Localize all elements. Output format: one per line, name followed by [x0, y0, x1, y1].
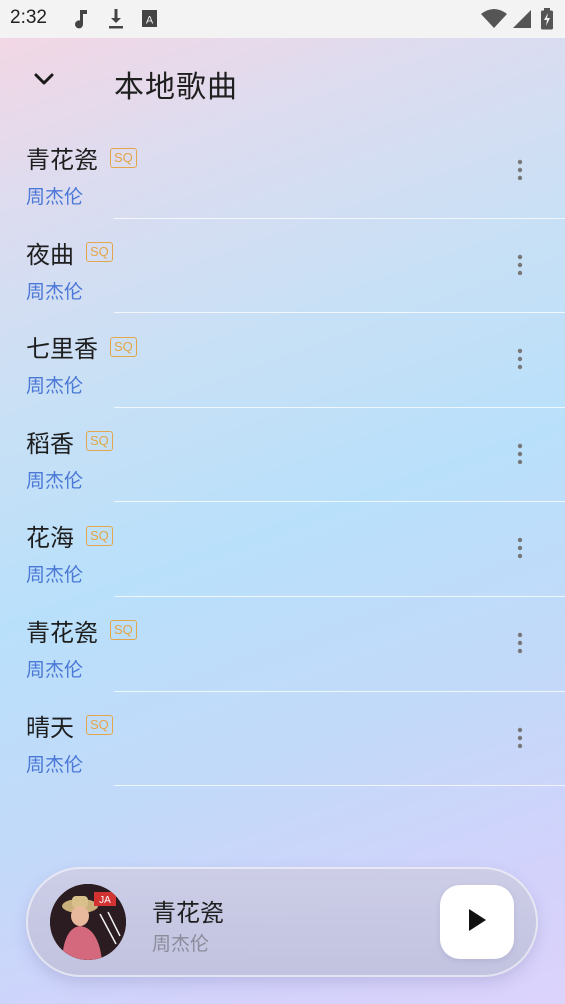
more-vertical-icon: [517, 727, 523, 753]
more-options-button[interactable]: [505, 630, 535, 660]
sq-badge: SQ: [110, 336, 137, 357]
song-artist[interactable]: 周杰伦: [26, 277, 83, 304]
more-options-button[interactable]: [505, 252, 535, 282]
more-vertical-icon: [517, 537, 523, 563]
status-bar: 2:32 A: [0, 0, 565, 38]
sq-badge: SQ: [110, 147, 137, 168]
download-icon: [106, 8, 126, 34]
svg-text:JA: JA: [99, 895, 111, 906]
song-artist[interactable]: 周杰伦: [26, 371, 83, 398]
back-button[interactable]: [24, 60, 64, 100]
sq-badge: SQ: [110, 620, 137, 641]
song-artist[interactable]: 周杰伦: [26, 750, 83, 777]
song-title: 花海: [26, 524, 74, 553]
song-row[interactable]: 七里香 SQ 周杰伦: [0, 313, 565, 408]
song-title: 稻香: [26, 429, 74, 458]
svg-text:A: A: [146, 15, 154, 27]
song-list: 青花瓷 SQ 周杰伦 夜曲 SQ 周杰伦 七里香 SQ 周杰伦 稻香 SQ 周杰…: [0, 124, 565, 787]
status-time: 2:32: [10, 7, 47, 28]
sq-badge: SQ: [86, 525, 113, 546]
chevron-down-icon: [33, 71, 55, 90]
more-vertical-icon: [517, 443, 523, 469]
song-artist[interactable]: 周杰伦: [26, 560, 83, 587]
more-vertical-icon: [517, 254, 523, 280]
sq-badge: SQ: [86, 715, 113, 736]
more-vertical-icon: [517, 348, 523, 374]
text-a-icon: A: [141, 8, 159, 34]
music-note-icon: [72, 8, 90, 34]
wifi-icon: [480, 8, 508, 34]
song-title: 青花瓷: [26, 618, 98, 647]
song-artist[interactable]: 周杰伦: [26, 655, 83, 682]
song-title: 七里香: [26, 335, 98, 364]
song-title: 夜曲: [26, 240, 74, 269]
play-icon: [467, 908, 487, 936]
now-playing-bar[interactable]: JA 青花瓷 周杰伦: [26, 867, 538, 977]
header: 本地歌曲: [0, 38, 565, 128]
battery-icon: [540, 8, 554, 34]
more-vertical-icon: [517, 159, 523, 185]
more-options-button[interactable]: [505, 725, 535, 755]
song-row[interactable]: 青花瓷 SQ 周杰伦: [0, 597, 565, 692]
album-art[interactable]: JA: [50, 884, 126, 960]
more-options-button[interactable]: [505, 535, 535, 565]
page-title: 本地歌曲: [114, 70, 238, 105]
signal-icon: [511, 8, 533, 34]
player-artist: 周杰伦: [152, 933, 210, 955]
more-options-button[interactable]: [505, 157, 535, 187]
song-row[interactable]: 青花瓷 SQ 周杰伦: [0, 124, 565, 219]
song-title: 晴天: [26, 713, 74, 742]
song-row[interactable]: 晴天 SQ 周杰伦: [0, 692, 565, 787]
more-options-button[interactable]: [505, 346, 535, 376]
more-options-button[interactable]: [505, 441, 535, 471]
song-artist[interactable]: 周杰伦: [26, 466, 83, 493]
song-row[interactable]: 稻香 SQ 周杰伦: [0, 408, 565, 503]
player-song-title: 青花瓷: [152, 899, 224, 927]
song-row[interactable]: 花海 SQ 周杰伦: [0, 502, 565, 597]
row-divider: [114, 785, 565, 787]
sq-badge: SQ: [86, 242, 113, 263]
play-button[interactable]: [440, 885, 514, 959]
song-title: 青花瓷: [26, 146, 98, 174]
more-vertical-icon: [517, 632, 523, 658]
song-row[interactable]: 夜曲 SQ 周杰伦: [0, 219, 565, 314]
sq-badge: SQ: [86, 431, 113, 452]
song-artist[interactable]: 周杰伦: [26, 182, 83, 209]
